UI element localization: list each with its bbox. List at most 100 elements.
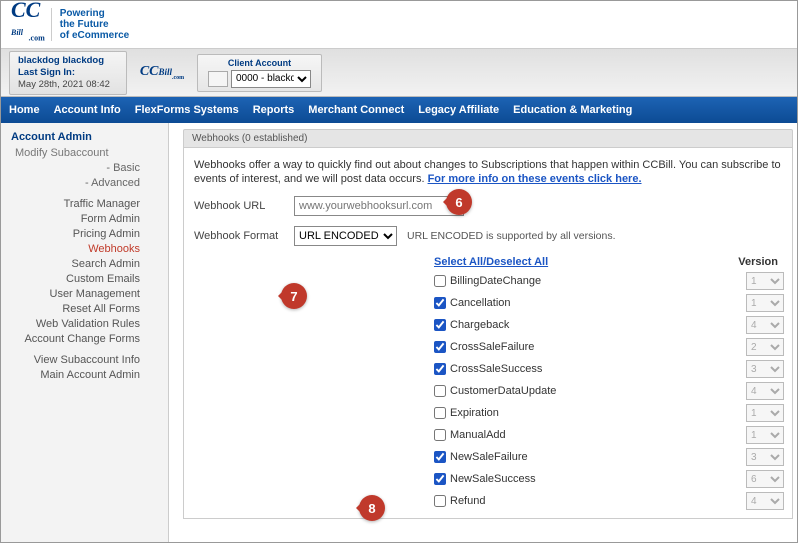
sidebar-item-user-management[interactable]: User Management	[1, 286, 168, 301]
client-account-selector[interactable]: Client Account 0000 - blackdog	[197, 54, 322, 92]
client-account-dropdown[interactable]: 0000 - blackdog	[231, 70, 311, 88]
panel-title: Webhooks (0 established)	[183, 129, 793, 148]
event-row-chargeback: Chargeback 4	[194, 314, 784, 336]
event-label[interactable]: CrossSaleSuccess	[434, 363, 542, 375]
event-name: NewSaleFailure	[450, 451, 528, 463]
event-label[interactable]: Cancellation	[434, 297, 511, 309]
user-name: blackdog blackdog	[18, 55, 118, 67]
event-name: CrossSaleFailure	[450, 341, 534, 353]
event-checkbox[interactable]	[434, 275, 446, 287]
sidebar-item-pricing-admin[interactable]: Pricing Admin	[1, 226, 168, 241]
event-name: Chargeback	[450, 319, 509, 331]
version-header: Version	[738, 256, 784, 268]
sidebar-item-account-change-forms[interactable]: Account Change Forms	[1, 331, 168, 346]
webhook-format-label: Webhook Format	[194, 230, 284, 242]
main-nav: Home Account Info FlexForms Systems Repo…	[1, 97, 797, 123]
nav-legacy-affiliate[interactable]: Legacy Affiliate	[418, 104, 499, 116]
logo-cc: CC	[11, 0, 40, 22]
event-checkbox[interactable]	[434, 319, 446, 331]
sidebar-item-custom-emails[interactable]: Custom Emails	[1, 271, 168, 286]
event-row-crosssalefailure: CrossSaleFailure 2	[194, 336, 784, 358]
event-label[interactable]: Refund	[434, 495, 485, 507]
annotation-7: 7	[281, 283, 307, 309]
event-checkbox[interactable]	[434, 473, 446, 485]
event-label[interactable]: Chargeback	[434, 319, 509, 331]
event-version-select[interactable]: 4	[746, 492, 784, 510]
sidebar-item-webhooks[interactable]: Webhooks	[1, 241, 168, 256]
event-version-select[interactable]: 1	[746, 404, 784, 422]
event-list: BillingDateChange 1 Cancellation 1 Chargebac…	[194, 270, 784, 512]
logo-dom: .com	[29, 34, 45, 43]
event-label[interactable]: CustomerDataUpdate	[434, 385, 556, 397]
event-checkbox[interactable]	[434, 407, 446, 419]
sidebar-item-reset-all-forms[interactable]: Reset All Forms	[1, 301, 168, 316]
event-label[interactable]: Expiration	[434, 407, 499, 419]
sidebar-group-account-admin: Account Admin	[1, 129, 168, 145]
select-all-link[interactable]: Select All/Deselect All	[434, 256, 548, 268]
event-name: CustomerDataUpdate	[450, 385, 556, 397]
logo-tagline: Powering the Future of eCommerce	[51, 8, 129, 41]
event-label[interactable]: ManualAdd	[434, 429, 506, 441]
event-version-select[interactable]: 3	[746, 448, 784, 466]
event-checkbox[interactable]	[434, 341, 446, 353]
sidebar-item-advanced[interactable]: - Advanced	[1, 175, 168, 190]
webhook-url-label: Webhook URL	[194, 200, 284, 212]
nav-flexforms[interactable]: FlexForms Systems	[135, 104, 239, 116]
sidebar: Account Admin Modify Subaccount - Basic …	[1, 123, 169, 543]
annotation-6: 6	[446, 189, 472, 215]
event-row-newsalesuccess: NewSaleSuccess 6	[194, 468, 784, 490]
event-version-select[interactable]: 1	[746, 272, 784, 290]
logo-bill: Bill	[11, 28, 23, 37]
event-name: Refund	[450, 495, 485, 507]
event-checkbox[interactable]	[434, 385, 446, 397]
user-info-box: blackdog blackdog Last Sign In: May 28th…	[9, 51, 127, 95]
event-version-select[interactable]: 3	[746, 360, 784, 378]
intro-text: Webhooks offer a way to quickly find out…	[194, 158, 784, 186]
event-name: CrossSaleSuccess	[450, 363, 542, 375]
event-label[interactable]: CrossSaleFailure	[434, 341, 534, 353]
nav-merchant-connect[interactable]: Merchant Connect	[308, 104, 404, 116]
event-row-newsalefailure: NewSaleFailure 3	[194, 446, 784, 468]
event-version-select[interactable]: 4	[746, 382, 784, 400]
sidebar-item-traffic-manager[interactable]: Traffic Manager	[1, 196, 168, 211]
sidebar-item-basic[interactable]: - Basic	[1, 160, 168, 175]
event-version-select[interactable]: 4	[746, 316, 784, 334]
sidebar-item-web-validation-rules[interactable]: Web Validation Rules	[1, 316, 168, 331]
event-label[interactable]: NewSaleFailure	[434, 451, 528, 463]
webhook-format-select[interactable]: URL ENCODED	[294, 226, 397, 246]
sidebar-item-view-subaccount-info[interactable]: View Subaccount Info	[1, 352, 168, 367]
sidebar-item-form-admin[interactable]: Form Admin	[1, 211, 168, 226]
event-name: Cancellation	[450, 297, 511, 309]
event-checkbox[interactable]	[434, 451, 446, 463]
brand-logo: CC Bill .com Powering the Future of eCom…	[11, 1, 129, 47]
nav-education[interactable]: Education & Marketing	[513, 104, 632, 116]
webhook-format-note: URL ENCODED is supported by all versions…	[407, 230, 616, 242]
event-version-select[interactable]: 2	[746, 338, 784, 356]
intro-link[interactable]: For more info on these events click here…	[428, 173, 642, 185]
event-checkbox[interactable]	[434, 297, 446, 309]
event-checkbox[interactable]	[434, 363, 446, 375]
event-name: BillingDateChange	[450, 275, 541, 287]
client-account-label: Client Account	[228, 58, 291, 68]
event-version-select[interactable]: 1	[746, 426, 784, 444]
sidebar-item-search-admin[interactable]: Search Admin	[1, 256, 168, 271]
small-logo: CCBill.com	[137, 64, 187, 81]
event-row-customerdataupdate: CustomerDataUpdate 4	[194, 380, 784, 402]
nav-reports[interactable]: Reports	[253, 104, 295, 116]
event-name: Expiration	[450, 407, 499, 419]
event-version-select[interactable]: 6	[746, 470, 784, 488]
client-account-prefix-input[interactable]	[208, 71, 228, 87]
event-checkbox[interactable]	[434, 429, 446, 441]
sidebar-item-modify-subaccount[interactable]: Modify Subaccount	[1, 145, 168, 160]
event-label[interactable]: NewSaleSuccess	[434, 473, 536, 485]
event-label[interactable]: BillingDateChange	[434, 275, 541, 287]
last-signin-label: Last Sign In:	[18, 67, 118, 79]
event-checkbox[interactable]	[434, 495, 446, 507]
sidebar-item-main-account-admin[interactable]: Main Account Admin	[1, 367, 168, 382]
annotation-8: 8	[359, 495, 385, 521]
nav-account-info[interactable]: Account Info	[54, 104, 121, 116]
event-version-select[interactable]: 1	[746, 294, 784, 312]
nav-home[interactable]: Home	[9, 104, 40, 116]
event-name: ManualAdd	[450, 429, 506, 441]
event-row-expiration: Expiration 1	[194, 402, 784, 424]
